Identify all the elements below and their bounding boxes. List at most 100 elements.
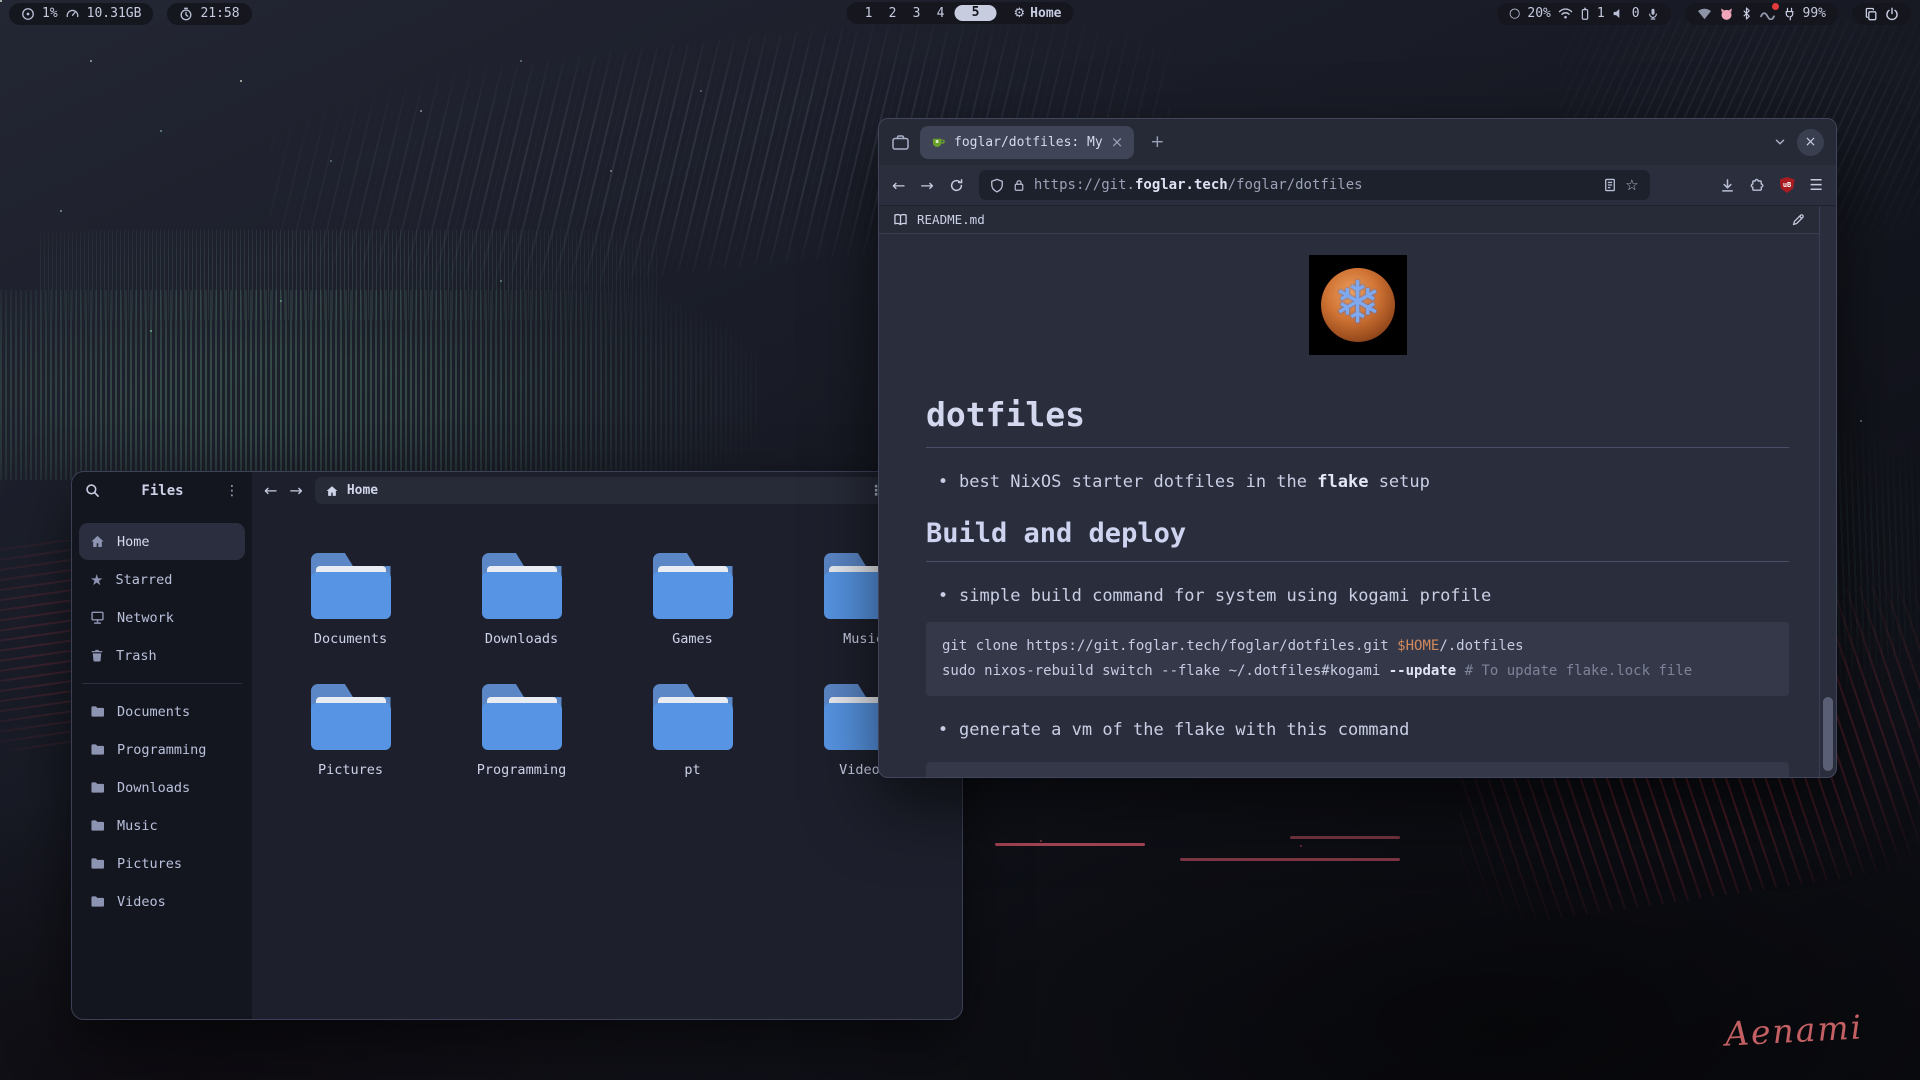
microphone-icon <box>1647 7 1659 21</box>
sidebar-item-label: Music <box>117 818 158 834</box>
system-tray[interactable]: 99% <box>1685 3 1838 25</box>
url-scheme: https://git. <box>1034 177 1135 193</box>
new-tab-button[interactable]: + <box>1150 132 1164 152</box>
browser-tab-bar: foglar/dotfiles: My × + × <box>879 119 1836 165</box>
grid-item-label: Documents <box>314 631 387 647</box>
code-comment: # To update flake.lock file <box>1456 663 1692 679</box>
brightness-icon: ○ <box>1509 6 1520 21</box>
sidebar-item-programming[interactable]: Programming <box>79 731 245 768</box>
workspace-4[interactable]: 4 <box>931 6 951 21</box>
sidebar-item-documents[interactable]: Documents <box>79 693 245 730</box>
grid-item-downloads[interactable]: Downloads <box>436 553 607 647</box>
files-header: Files ⋮ ← → Home ⋮ <box>72 472 962 509</box>
code-block-build[interactable]: git clone https://git.foglar.tech/foglar… <box>926 622 1789 696</box>
folder-icon <box>482 684 562 750</box>
mode-indicator[interactable]: ⚙ Home <box>1014 6 1062 21</box>
folder-icon <box>311 684 391 750</box>
code-block-vm[interactable]: nix run github:nix-community/nixos-gener… <box>926 762 1789 777</box>
bullet-text: generate a vm of the flake with this com… <box>959 720 1409 740</box>
volume-icon <box>1612 7 1625 20</box>
scrollbar-thumb[interactable] <box>1823 697 1833 771</box>
sidebar-item-label: Videos <box>117 894 166 910</box>
path-bar[interactable]: Home ⋮ <box>315 477 893 504</box>
clock-widget[interactable]: 21:58 <box>167 3 251 25</box>
home-icon <box>325 484 339 498</box>
url-bar[interactable]: https://git.foglar.tech/foglar/dotfiles … <box>979 170 1650 200</box>
tab-list-chevron-icon[interactable] <box>1773 135 1787 149</box>
forward-button[interactable]: → <box>920 176 933 195</box>
reload-icon[interactable] <box>949 178 964 193</box>
back-button[interactable]: ← <box>264 481 277 500</box>
sidebar-item-network[interactable]: Network <box>79 599 245 636</box>
workspace-3[interactable]: 3 <box>907 6 927 21</box>
bullet-text: simple build command for system using ko… <box>959 586 1491 606</box>
gear-icon: ⚙ <box>1014 6 1026 21</box>
sidebar-item-label: Pictures <box>117 856 182 872</box>
memory-gauge-icon <box>65 7 80 21</box>
workspace-5-active[interactable]: 5 <box>955 5 997 21</box>
firefox-view-icon[interactable] <box>891 134 910 151</box>
book-icon <box>893 213 908 226</box>
readme-bullet: • simple build command for system using … <box>938 586 1789 606</box>
grid-item-games[interactable]: Games <box>607 553 778 647</box>
reader-mode-icon[interactable] <box>1604 178 1616 192</box>
current-path: Home <box>347 483 378 498</box>
star-icon: ★ <box>90 571 103 589</box>
sidebar-item-home[interactable]: Home <box>79 523 245 560</box>
sidebar-item-music[interactable]: Music <box>79 807 245 844</box>
folder-icon <box>482 553 562 619</box>
grid-item-pictures[interactable]: Pictures <box>265 684 436 778</box>
scrollbar[interactable] <box>1819 206 1836 777</box>
menu-icon[interactable]: ☰ <box>1810 176 1823 194</box>
sidebar-item-trash[interactable]: Trash <box>79 637 245 674</box>
folder-icon <box>90 705 105 718</box>
sidebar-separator <box>82 683 242 684</box>
top-bar-center: 1 2 3 4 5 ⚙ Home <box>847 2 1074 24</box>
quick-settings-widget[interactable]: ○ 20% 1 0 <box>1497 3 1670 25</box>
browser-tab-active[interactable]: foglar/dotfiles: My × <box>920 126 1134 159</box>
sidebar-item-pictures[interactable]: Pictures <box>79 845 245 882</box>
window-close-button[interactable]: × <box>1797 129 1824 156</box>
sidebar-item-label: Downloads <box>117 780 190 796</box>
sidebar-item-videos[interactable]: Videos <box>79 883 245 920</box>
extension-icon[interactable] <box>1750 178 1765 193</box>
sidebar-item-label: Programming <box>117 742 206 758</box>
back-button[interactable]: ← <box>892 176 905 195</box>
trash-icon <box>90 648 104 663</box>
sidebar-menu-icon[interactable]: ⋮ <box>225 483 239 499</box>
sidebar-item-starred[interactable]: ★ Starred <box>79 561 245 598</box>
nixos-logo-image: ❄ <box>1309 255 1407 355</box>
grid-item-pt[interactable]: pt <box>607 684 778 778</box>
power-button-icon[interactable] <box>1885 7 1899 21</box>
files-toolbar: ← → Home ⋮ ⋮ <box>252 472 962 509</box>
grid-item-label: pt <box>684 762 700 778</box>
workspace-1[interactable]: 1 <box>859 6 879 21</box>
browser-window: foglar/dotfiles: My × + × ← → <box>878 118 1837 778</box>
edit-pencil-icon[interactable] <box>1791 213 1805 227</box>
clock-icon <box>179 7 193 21</box>
folder-icon <box>90 895 105 908</box>
downloads-icon[interactable] <box>1720 178 1735 193</box>
forward-button[interactable]: → <box>289 481 302 500</box>
folder-icon <box>653 553 733 619</box>
lock-icon <box>1013 178 1025 192</box>
grid-item-label: Pictures <box>318 762 383 778</box>
grid-item-documents[interactable]: Documents <box>265 553 436 647</box>
search-icon[interactable] <box>85 483 100 498</box>
bookmark-star-icon[interactable]: ☆ <box>1625 176 1638 194</box>
ublock-origin-icon[interactable]: uB <box>1780 177 1795 193</box>
workspace-2[interactable]: 2 <box>883 6 903 21</box>
home-icon <box>90 534 105 549</box>
kbd-battery-value: 1 <box>1597 6 1605 21</box>
tab-close-icon[interactable]: × <box>1111 133 1124 151</box>
sidebar-item-downloads[interactable]: Downloads <box>79 769 245 806</box>
system-stats-widget[interactable]: 1% 10.31GB <box>9 3 153 25</box>
grid-item-programming[interactable]: Programming <box>436 684 607 778</box>
url-path: /foglar/dotfiles <box>1228 177 1363 193</box>
tracking-shield-icon <box>990 178 1004 193</box>
readme-filename: README.md <box>917 212 985 227</box>
clipboard-copy-icon[interactable] <box>1864 7 1878 21</box>
files-grid: Documents Downloads Games Music Pictures <box>252 509 962 1019</box>
code-flag: --update <box>1389 663 1456 679</box>
readme-title: dotfiles <box>926 395 1789 448</box>
